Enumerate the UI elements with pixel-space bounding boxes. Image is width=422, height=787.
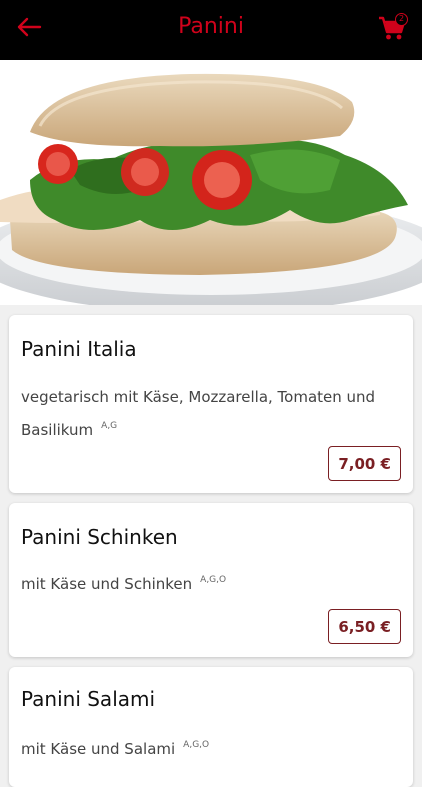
shopping-cart-icon (378, 16, 406, 46)
allergen-codes: A,G,O (200, 575, 227, 585)
page-title: Panini (178, 14, 244, 39)
product-description: mit Käse und Schinken A,G,O (21, 566, 383, 599)
product-description: mit Käse und Salami A,G,O (21, 731, 383, 764)
cart-count-badge: 2 (395, 13, 408, 26)
price-button[interactable]: 7,00 € (328, 446, 401, 481)
product-description-text: vegetarisch mit Käse, Mozzarella, Tomate… (21, 388, 376, 439)
cart-button[interactable]: 2 (378, 13, 408, 46)
product-description: vegetarisch mit Käse, Mozzarella, Tomate… (21, 383, 383, 445)
product-card[interactable]: Panini Schinken mit Käse und Schinken A,G… (9, 503, 413, 657)
product-card[interactable]: Panini Salami mit Käse und Salami A,G,O (9, 667, 413, 787)
product-name: Panini Salami (21, 687, 156, 711)
allergen-codes: A,G (101, 421, 118, 431)
price-button[interactable]: 6,50 € (328, 609, 401, 644)
panini-sandwich-photo (0, 60, 422, 305)
hero-image (0, 60, 422, 305)
app-header: Panini 2 (0, 0, 422, 60)
allergen-codes: A,G,O (183, 740, 210, 750)
product-name: Panini Schinken (21, 525, 178, 549)
product-name: Panini Italia (21, 337, 137, 361)
product-description-text: mit Käse und Schinken (21, 575, 193, 593)
product-card[interactable]: Panini Italia vegetarisch mit Käse, Mozz… (9, 315, 413, 493)
product-description-text: mit Käse und Salami (21, 740, 176, 758)
